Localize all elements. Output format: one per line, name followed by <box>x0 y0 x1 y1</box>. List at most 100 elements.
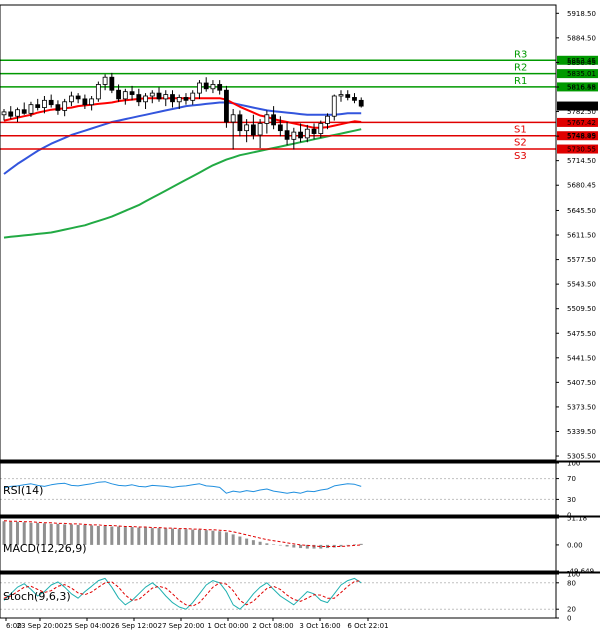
candle-body <box>102 76 108 85</box>
candle-body <box>163 94 169 100</box>
y-tick-label: 5714.50 <box>567 157 596 165</box>
x-tick-label: 3 Oct 16:00 <box>299 622 340 630</box>
candle-body <box>15 109 20 117</box>
pivot-name: R2 <box>514 63 527 74</box>
candle-body <box>156 92 162 100</box>
y-tick-label: 5816.45 <box>567 84 596 92</box>
candle-body <box>183 97 189 101</box>
candle-body <box>338 94 344 97</box>
macd-label: MACD(12,26,9) <box>3 542 87 555</box>
y-tick-label: 5407.50 <box>567 379 596 387</box>
candle-body <box>345 94 351 98</box>
candle-body <box>304 128 310 139</box>
candle-body <box>75 95 81 100</box>
candle-body <box>69 95 74 103</box>
y-tick-label: 5577.50 <box>567 256 596 264</box>
candle-body <box>143 95 148 103</box>
candle-body <box>62 101 68 111</box>
pivot-name: R1 <box>514 76 527 87</box>
price-chart: R35853.45R25835.01R15816.58S15767.42S257… <box>0 0 600 634</box>
candle-body <box>55 104 61 111</box>
candle-body <box>331 95 337 117</box>
pivot-name: R3 <box>514 49 527 60</box>
pivot-value-label: 5730.55 <box>567 146 596 154</box>
y-tick-label: 5543.50 <box>567 281 596 289</box>
y-tick-label: 20 <box>567 606 576 614</box>
x-tick-label: 2 Oct 08:00 <box>252 622 293 630</box>
candle-body <box>176 97 182 103</box>
pivot-value-label: 5835.01 <box>567 70 596 78</box>
candle-body <box>264 114 270 124</box>
candle-body <box>42 99 47 108</box>
pivot-value-label: 5767.42 <box>567 119 596 127</box>
pivot-name: S3 <box>514 151 527 162</box>
x-tick-label: 26 Sep 12:00 <box>111 622 158 630</box>
y-tick-label: 0.00 <box>567 541 583 549</box>
x-tick-label: 27 Sep 20:00 <box>158 622 205 630</box>
candle-body <box>1 111 7 116</box>
candle-body <box>129 91 135 95</box>
candle-body <box>237 114 243 132</box>
y-tick-label: 30 <box>567 496 576 504</box>
y-tick-label: 5748.45 <box>567 133 596 141</box>
candle-body <box>250 124 256 136</box>
y-tick-label: 5475.50 <box>567 330 596 338</box>
candle-body <box>28 104 34 114</box>
candle-body <box>203 82 209 90</box>
x-tick-label: 23 Sep 20:00 <box>17 622 64 630</box>
candle-body <box>82 98 88 106</box>
y-tick-label: 5850.45 <box>567 59 596 67</box>
candle-body <box>311 128 317 134</box>
candle-body <box>109 76 115 91</box>
y-tick-label: 70 <box>567 475 576 483</box>
y-tick-label: 5680.45 <box>567 182 596 190</box>
candle-body <box>230 114 236 123</box>
candle-body <box>277 124 283 132</box>
rsi-label: RSI(14) <box>3 484 43 497</box>
candle-body <box>358 99 364 107</box>
y-tick-label: 0 <box>567 615 571 623</box>
candle-body <box>271 114 277 126</box>
candle-body <box>284 130 290 140</box>
candle-body <box>95 84 101 100</box>
candle-body <box>325 115 330 124</box>
candle-body <box>352 97 357 101</box>
candle-body <box>318 123 324 134</box>
candle-body <box>48 99 54 106</box>
y-tick-label: 5918.50 <box>567 10 596 18</box>
candle-body <box>224 89 229 123</box>
y-tick-label: 5645.50 <box>567 207 596 215</box>
pivot-name: S1 <box>514 124 527 135</box>
candle-body <box>197 82 202 94</box>
candle-body <box>291 131 297 140</box>
x-tick-label: 6 Oct 22:01 <box>347 622 388 630</box>
candle-body <box>122 91 128 100</box>
candle-body <box>170 94 175 103</box>
candle-body <box>116 89 121 100</box>
candle-body <box>136 94 142 103</box>
chart-background <box>0 0 600 634</box>
candle-body <box>8 111 14 117</box>
pivot-name: S2 <box>514 138 527 149</box>
candle-body <box>149 92 155 97</box>
y-tick-label: 5884.50 <box>567 34 596 42</box>
y-tick-label: 5373.50 <box>567 403 596 411</box>
candle-body <box>190 92 196 101</box>
candle-body <box>21 109 27 114</box>
x-tick-label: 1 Oct 00:00 <box>207 622 248 630</box>
candle-body <box>210 84 216 90</box>
y-tick-label: 5782.50 <box>567 108 596 116</box>
y-tick-label: 5509.50 <box>567 305 596 313</box>
candle-body <box>89 98 95 106</box>
stoch-label: Stoch(9,6,3) <box>3 590 71 603</box>
candle-body <box>257 123 263 136</box>
y-tick-label: 5441.50 <box>567 354 596 362</box>
y-tick-label: 5339.50 <box>567 428 596 436</box>
candle-body <box>244 124 250 132</box>
candle-body <box>217 84 223 91</box>
candle-body <box>35 104 41 108</box>
y-tick-label: 5611.50 <box>567 232 596 240</box>
y-tick-label: 80 <box>567 579 576 587</box>
candle-body <box>298 131 303 139</box>
x-tick-label: 25 Sep 04:00 <box>64 622 111 630</box>
